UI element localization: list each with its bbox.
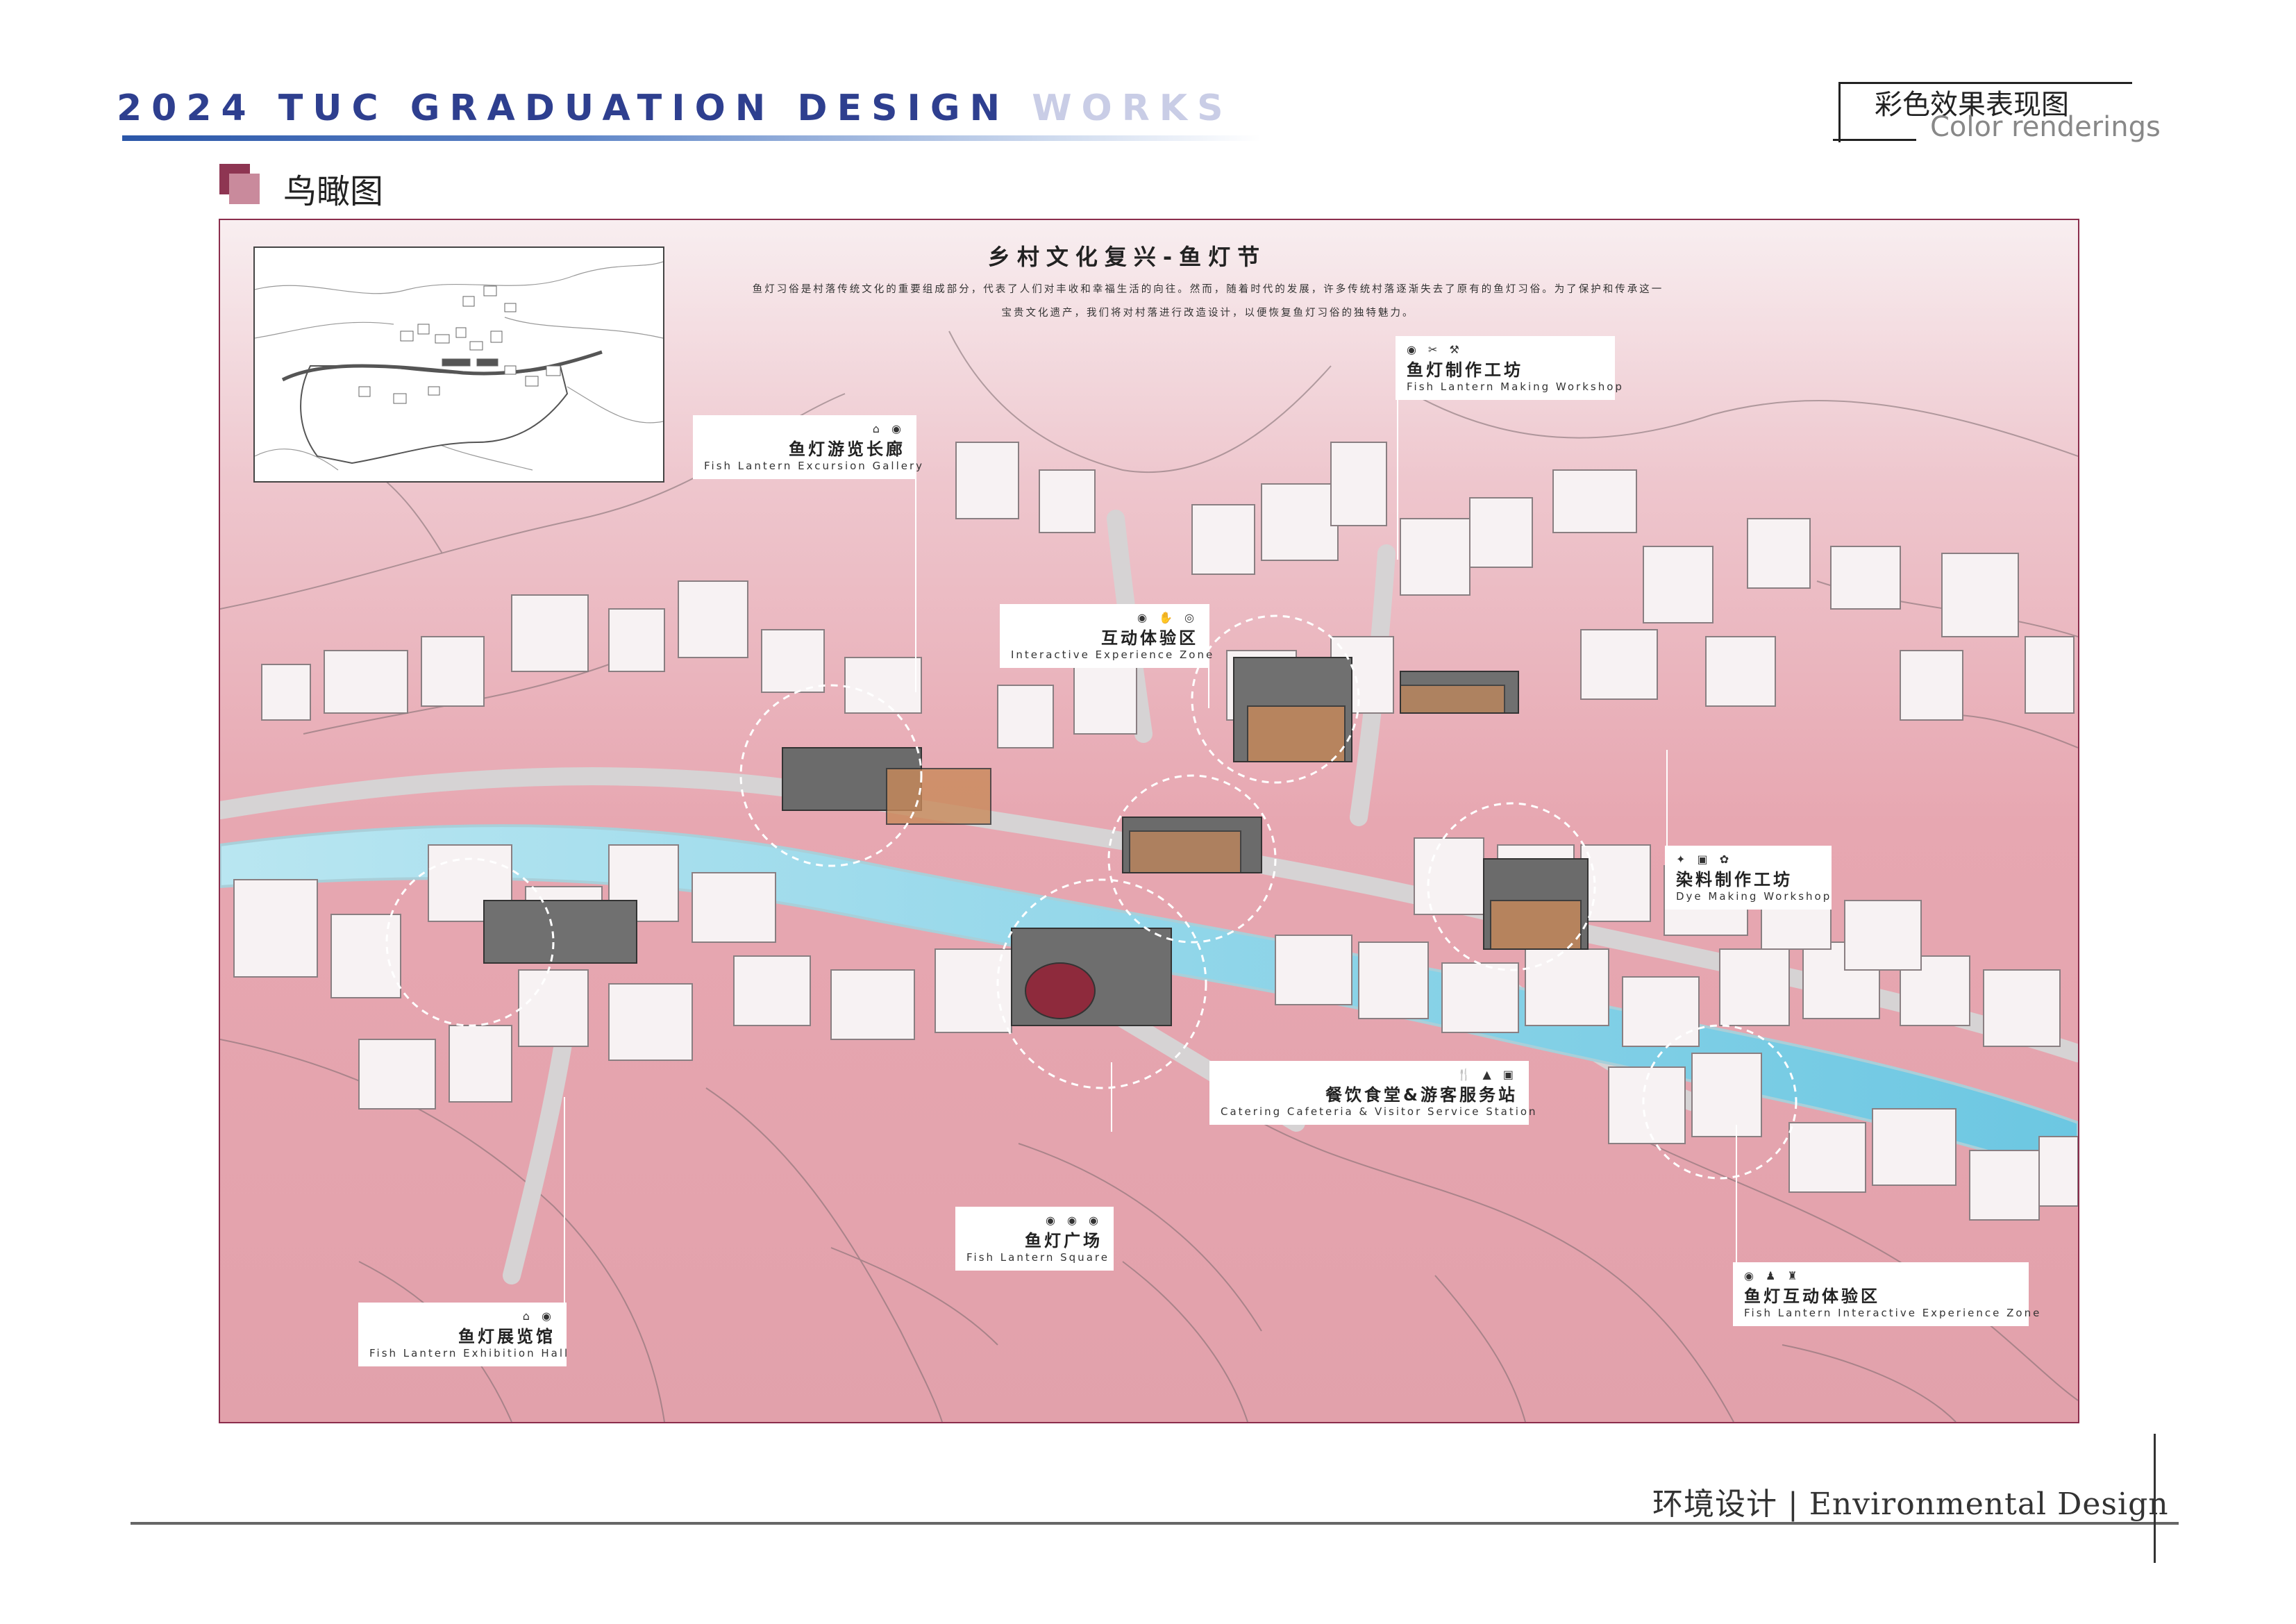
category-underline	[1833, 139, 1916, 141]
label-icons: ◉ ✋ ◎	[1137, 611, 1198, 624]
label-en: Fish Lantern Interactive Experience Zone	[1744, 1307, 2042, 1319]
label-interactive-zone: ◉ ✋ ◎ 互动体验区 Interactive Experience Zone	[1000, 604, 1215, 668]
location-inset-map	[253, 246, 664, 483]
leader-lantern-zone	[1736, 1125, 1737, 1271]
map-title-wrap: 乡村文化复兴-鱼灯节	[0, 240, 2296, 271]
header-gradient-bar	[122, 135, 1261, 141]
label-en: Catering Cafeteria & Visitor Service Sta…	[1221, 1105, 1538, 1118]
label-cn: 鱼灯广场	[1025, 1231, 1103, 1250]
label-cn: 鱼灯游览长廊	[789, 440, 905, 459]
leader-gallery	[915, 474, 916, 692]
label-cn: 鱼灯制作工坊	[1407, 360, 1523, 380]
label-icons: ⌂ ◉	[522, 1309, 555, 1323]
label-cn: 互动体验区	[1101, 628, 1198, 648]
label-en: Dye Making Workshop	[1676, 890, 1832, 903]
leader-workshop	[1397, 400, 1398, 560]
label-icons: ⌂ ◉	[872, 422, 905, 435]
label-lantern-interactive-zone: ◉ ♟ ♜ 鱼灯互动体验区 Fish Lantern Interactive E…	[1733, 1262, 2042, 1326]
inset-map-drawing	[255, 261, 663, 471]
label-icons: ◉ ◉ ◉	[1045, 1214, 1103, 1227]
leader-exhibition	[564, 1097, 565, 1305]
footer-text: 环境设计 | Environmental Design	[1652, 1487, 2169, 1522]
section-title: 鸟瞰图	[283, 172, 384, 211]
label-catering-station: 🍴 ▲ ▣ 餐饮食堂&游客服务站 Catering Cafeteria & Vi…	[1209, 1061, 1538, 1125]
label-dye-workshop: ✦ ▣ ✿ 染料制作工坊 Dye Making Workshop	[1665, 846, 1832, 910]
label-cn: 餐饮食堂&游客服务站	[1325, 1085, 1518, 1105]
label-en: Interactive Experience Zone	[1011, 648, 1215, 661]
header-title: 2024 TUC GRADUATION DESIGN WORKS	[117, 87, 1233, 129]
label-en: Fish Lantern Making Workshop	[1407, 380, 1624, 393]
leader-dye	[1666, 750, 1668, 847]
label-exhibition-hall: ⌂ ◉ 鱼灯展览馆 Fish Lantern Exhibition Hall	[358, 1303, 567, 1366]
map-intro-line1: 鱼灯习俗是村落传统文化的重要组成部分，代表了人们对丰收和幸福生活的向往。然而，随…	[752, 284, 1664, 295]
label-icons: ✦ ▣ ✿	[1676, 853, 1734, 866]
map-intro-line2: 宝贵文化遗产，我们将对村落进行改造设计，以便恢复鱼灯习俗的独特魅力。	[1001, 308, 1415, 319]
label-en: Fish Lantern Square	[966, 1251, 1109, 1264]
map-title: 乡村文化复兴-鱼灯节	[987, 244, 1267, 270]
leader-interactive	[1208, 667, 1209, 708]
header-title-main: 2024 TUC GRADUATION DESIGN	[117, 87, 1010, 129]
header-title-faded: WORKS	[1032, 87, 1233, 129]
label-cn: 鱼灯展览馆	[458, 1327, 555, 1346]
label-cn: 染料制作工坊	[1676, 870, 1793, 889]
label-icons: 🍴 ▲ ▣	[1457, 1068, 1518, 1081]
label-en: Fish Lantern Exhibition Hall	[369, 1347, 570, 1359]
label-fish-lantern-square: ◉ ◉ ◉ 鱼灯广场 Fish Lantern Square	[955, 1207, 1114, 1271]
leader-square	[1111, 1062, 1112, 1132]
label-icons: ◉ ✂ ⚒	[1407, 343, 1464, 356]
label-excursion-gallery: ⌂ ◉ 鱼灯游览长廊 Fish Lantern Excursion Galler…	[693, 415, 925, 479]
label-making-workshop: ◉ ✂ ⚒ 鱼灯制作工坊 Fish Lantern Making Worksho…	[1396, 336, 1624, 400]
section-square-icon	[219, 164, 261, 204]
map-intro: 鱼灯习俗是村落传统文化的重要组成部分，代表了人们对丰收和幸福生活的向往。然而，随…	[722, 278, 1694, 325]
label-en: Fish Lantern Excursion Gallery	[704, 460, 925, 472]
label-cn: 鱼灯互动体验区	[1744, 1287, 1880, 1306]
label-icons: ◉ ♟ ♜	[1744, 1269, 1802, 1282]
category-en: Color renderings	[1930, 111, 2161, 143]
